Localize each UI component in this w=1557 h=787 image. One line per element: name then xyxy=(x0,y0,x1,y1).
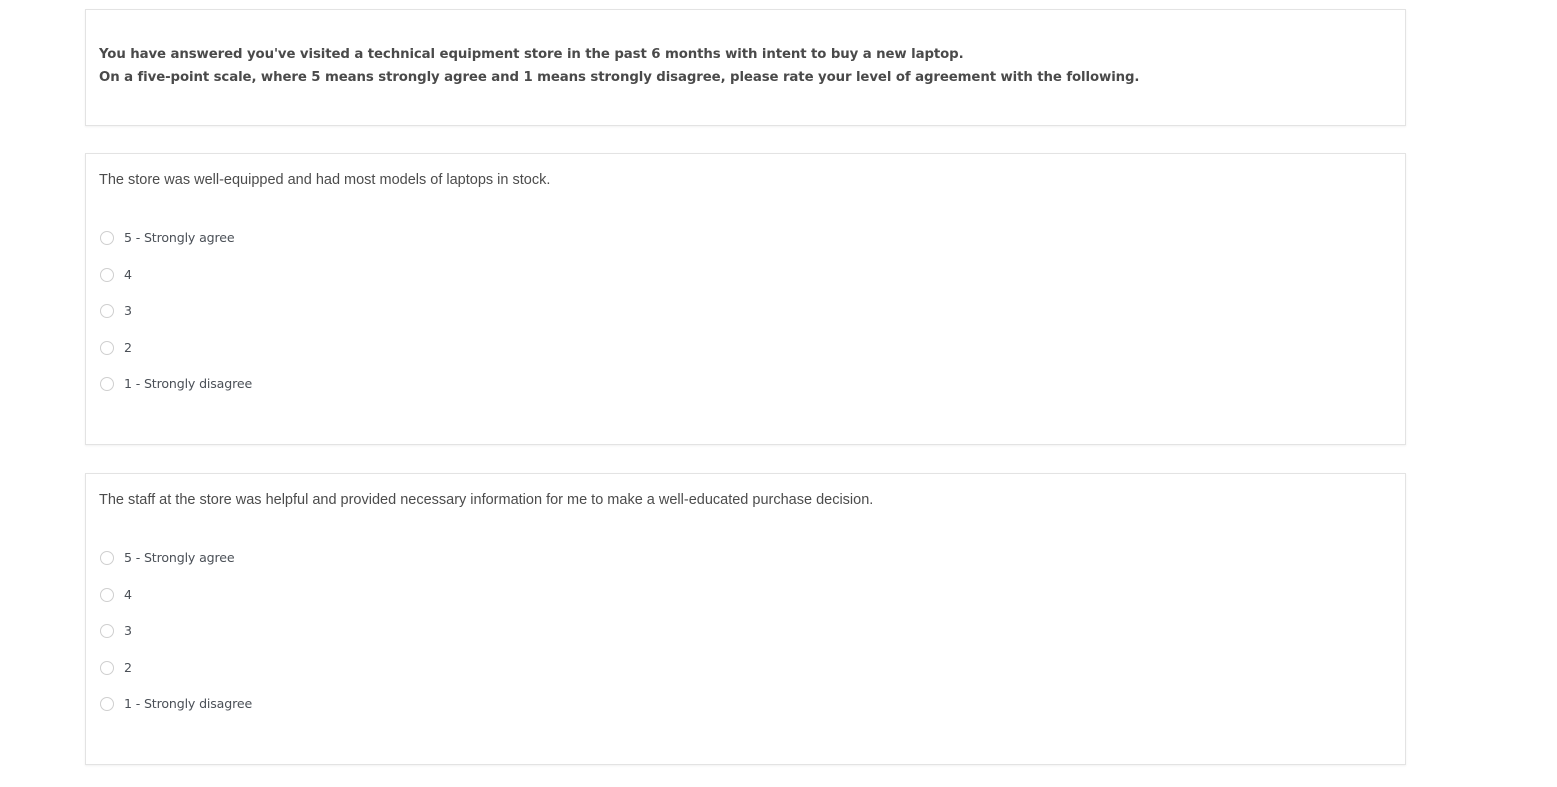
question-1-option-2[interactable]: 2 xyxy=(99,337,1405,359)
question-card-2-body: The staff at the store was helpful and p… xyxy=(86,474,1405,715)
radio-button-icon[interactable] xyxy=(100,660,114,675)
question-1-prompt: The store was well-equipped and had most… xyxy=(99,172,551,188)
intro-line-2: On a five-point scale, where 5 means str… xyxy=(99,70,1140,85)
option-label: 3 xyxy=(124,303,132,319)
option-label: 2 xyxy=(124,659,132,675)
question-1-option-3[interactable]: 3 xyxy=(99,300,1405,322)
survey-page: You have answered you've visited a techn… xyxy=(0,0,1557,787)
radio-button-icon[interactable] xyxy=(100,304,114,319)
intro-line-1: You have answered you've visited a techn… xyxy=(99,47,964,62)
option-label: 1 - Strongly disagree xyxy=(124,696,253,712)
radio-button-icon[interactable] xyxy=(100,377,114,392)
question-2-option-4[interactable]: 4 xyxy=(99,584,1405,606)
radio-button-icon[interactable] xyxy=(100,697,114,712)
question-1-option-4[interactable]: 4 xyxy=(99,264,1405,286)
question-card-1-body: The store was well-equipped and had most… xyxy=(86,154,1405,395)
option-label: 1 - Strongly disagree xyxy=(124,376,253,392)
question-2-prompt: The staff at the store was helpful and p… xyxy=(99,492,874,508)
intro-card: You have answered you've visited a techn… xyxy=(85,9,1406,126)
radio-button-icon[interactable] xyxy=(100,340,114,355)
radio-button-icon[interactable] xyxy=(100,231,114,245)
question-2-option-5[interactable]: 5 - Strongly agree xyxy=(99,547,1405,569)
question-2-option-1[interactable]: 1 - Strongly disagree xyxy=(99,693,1405,715)
option-label: 4 xyxy=(124,586,132,602)
radio-button-icon[interactable] xyxy=(100,624,114,639)
question-1-option-5[interactable]: 5 - Strongly agree xyxy=(99,227,1405,249)
question-1-option-1[interactable]: 1 - Strongly disagree xyxy=(99,373,1405,395)
question-1-options: 5 - Strongly agree 4 3 2 1 - Strongly di xyxy=(99,227,1405,395)
radio-button-icon[interactable] xyxy=(100,267,114,282)
intro-card-body: You have answered you've visited a techn… xyxy=(86,10,1405,89)
option-label: 5 - Strongly agree xyxy=(124,230,235,245)
option-label: 4 xyxy=(124,266,132,282)
question-card-2: The staff at the store was helpful and p… xyxy=(85,473,1406,765)
question-2-options: 5 - Strongly agree 4 3 2 1 - Strongly di xyxy=(99,547,1405,715)
option-label: 5 - Strongly agree xyxy=(124,550,235,565)
option-label: 2 xyxy=(124,339,132,355)
radio-button-icon[interactable] xyxy=(100,551,114,565)
radio-button-icon[interactable] xyxy=(100,587,114,602)
option-label: 3 xyxy=(124,623,132,639)
question-card-1: The store was well-equipped and had most… xyxy=(85,153,1406,445)
question-2-option-3[interactable]: 3 xyxy=(99,620,1405,642)
question-2-option-2[interactable]: 2 xyxy=(99,657,1405,679)
